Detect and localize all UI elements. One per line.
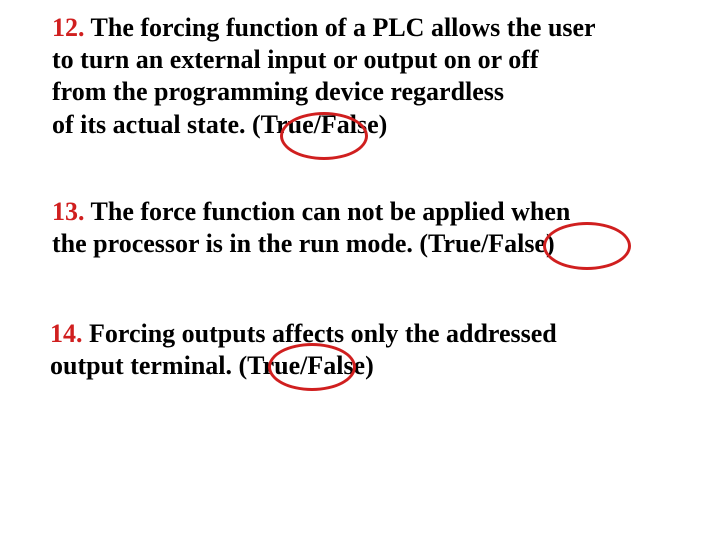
q12-line4: of its actual state. (True/False) <box>52 110 387 139</box>
q12-line2: to turn an external input or output on o… <box>52 45 539 74</box>
q14-line1: Forcing outputs affects only the address… <box>83 319 557 348</box>
q13-line1: The force function can not be applied wh… <box>85 197 571 226</box>
question-12: 12. The forcing function of a PLC allows… <box>52 12 692 141</box>
question-13: 13. The force function can not be applie… <box>52 196 692 260</box>
q12-line1: The forcing function of a PLC allows the… <box>85 13 596 42</box>
quiz-page: 12. The forcing function of a PLC allows… <box>0 0 720 540</box>
q12-line3: from the programming device regardless <box>52 77 504 106</box>
q13-line2: the processor is in the run mode. (True/… <box>52 229 555 258</box>
q14-line2: output terminal. (True/False) <box>50 351 374 380</box>
question-number-13: 13. <box>52 197 85 226</box>
question-number-12: 12. <box>52 13 85 42</box>
question-number-14: 14. <box>50 319 83 348</box>
question-14: 14. Forcing outputs affects only the add… <box>50 318 690 382</box>
